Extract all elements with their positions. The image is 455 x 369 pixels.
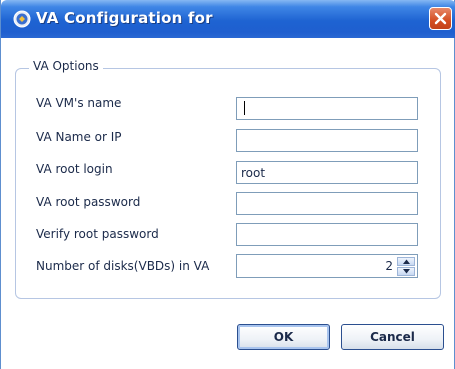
vm-name-input[interactable] (236, 97, 418, 120)
window-title: VA Configuration for (36, 9, 213, 27)
text-caret (244, 101, 245, 115)
spin-down-button[interactable] (397, 267, 415, 276)
disks-value: 2 (385, 259, 393, 273)
verify-password-label: Verify root password (36, 227, 159, 241)
group-legend: VA Options (29, 59, 103, 73)
name-or-ip-input[interactable] (236, 129, 418, 152)
vm-name-label: VA VM's name (36, 96, 122, 110)
close-button[interactable] (429, 7, 452, 30)
root-login-label: VA root login (36, 162, 113, 176)
disks-spinner[interactable]: 2 (236, 254, 418, 278)
ok-button[interactable]: OK (237, 324, 330, 350)
root-login-input[interactable] (236, 161, 418, 184)
title-bar[interactable]: VA Configuration for (1, 0, 455, 38)
cancel-button[interactable]: Cancel (341, 324, 444, 350)
spin-up-button[interactable] (397, 257, 415, 266)
disks-label: Number of disks(VBDs) in VA (36, 259, 210, 273)
root-password-label: VA root password (36, 195, 141, 209)
app-icon (13, 10, 31, 28)
dialog-window: VA Configuration for VA Options VA VM's … (0, 0, 455, 369)
name-or-ip-label: VA Name or IP (36, 130, 122, 144)
verify-password-input[interactable] (236, 223, 418, 246)
root-password-input[interactable] (236, 192, 418, 215)
